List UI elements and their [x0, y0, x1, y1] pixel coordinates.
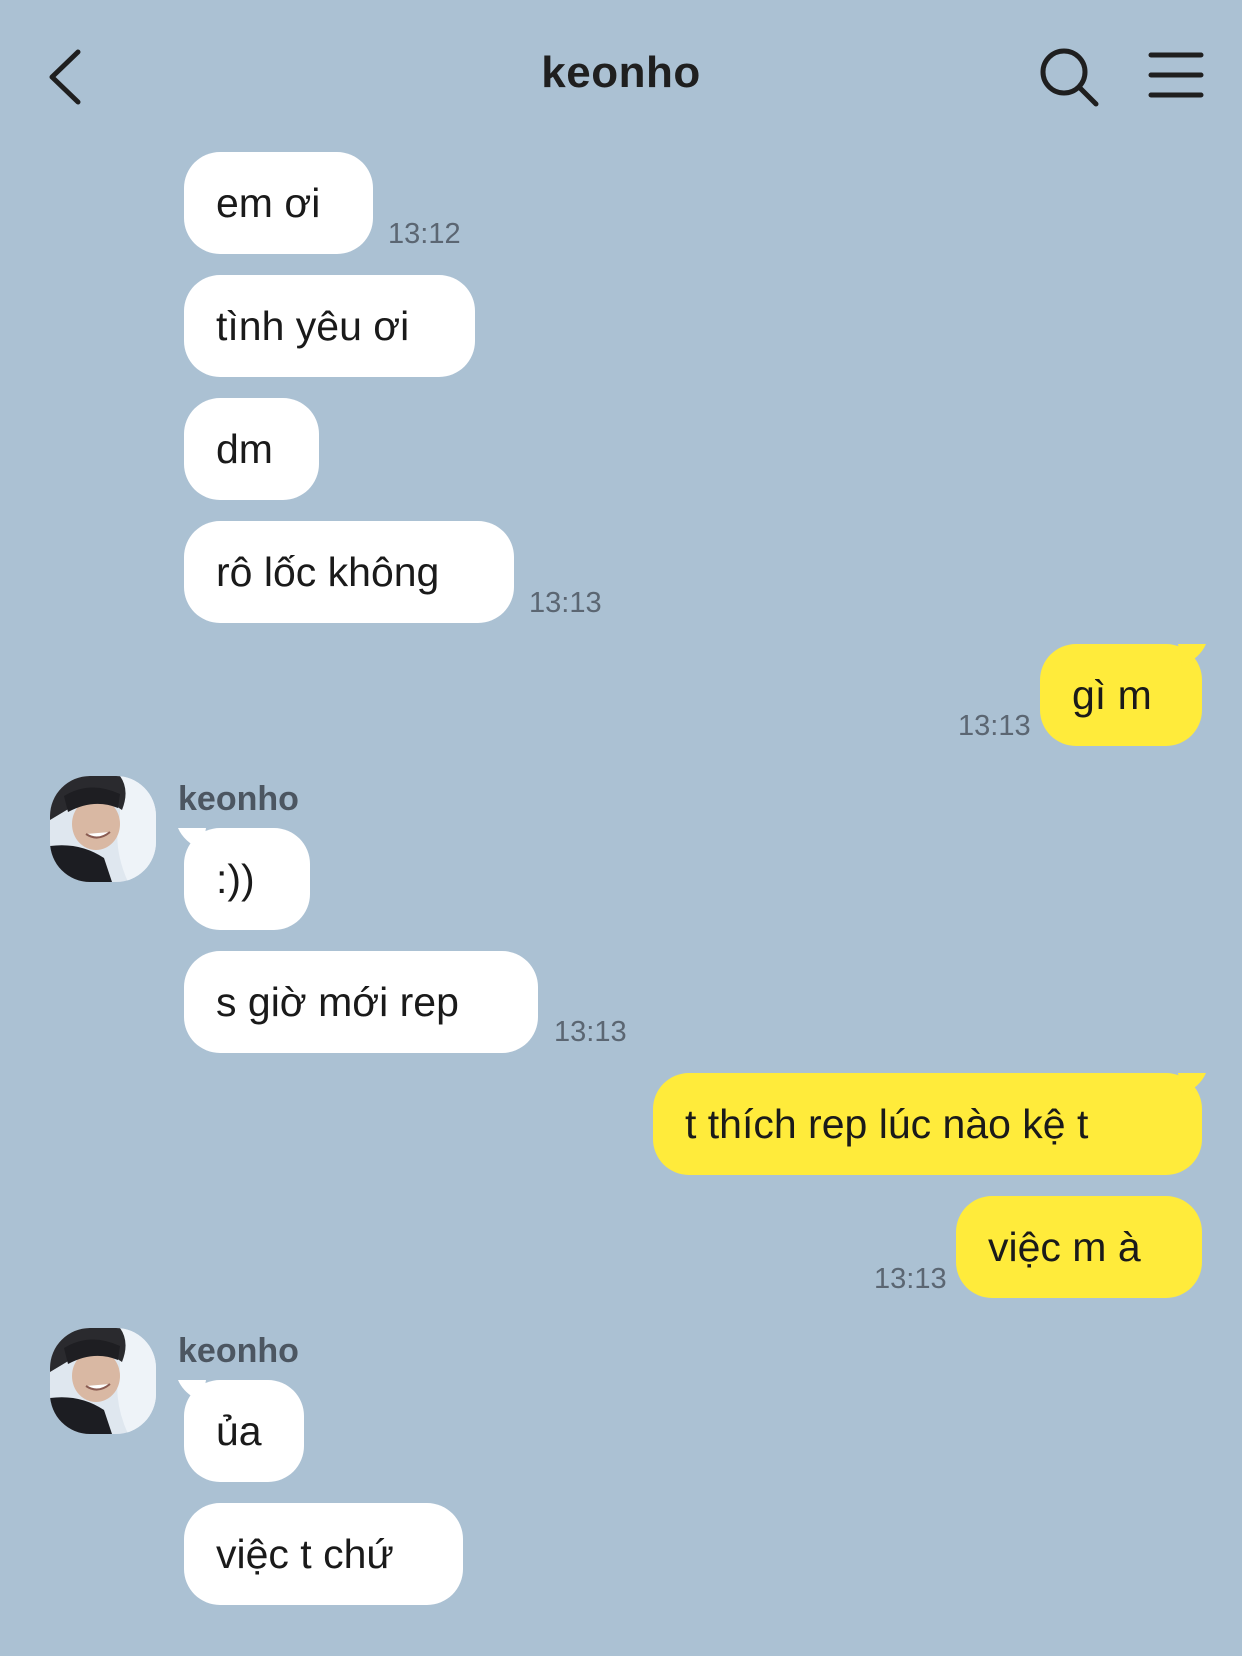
- message-text: s giờ mới rep: [216, 979, 459, 1025]
- sender-name: keonho: [178, 1332, 299, 1370]
- message-text: việc m à: [988, 1224, 1141, 1270]
- bubble-tail: [1178, 644, 1206, 666]
- sender-name: keonho: [178, 780, 299, 818]
- incoming-message-bubble[interactable]: ủa: [184, 1380, 304, 1482]
- sender-avatar[interactable]: [50, 776, 156, 882]
- incoming-message-bubble[interactable]: :)): [184, 828, 310, 930]
- menu-button[interactable]: [1148, 50, 1204, 100]
- message-timestamp: 13:13: [554, 1016, 627, 1048]
- chat-header: keonho: [0, 0, 1242, 150]
- search-button[interactable]: [1038, 46, 1102, 110]
- avatar-image: [50, 1328, 156, 1434]
- avatar-image: [50, 776, 156, 882]
- incoming-message-bubble[interactable]: rô lốc không: [184, 521, 514, 623]
- message-text: việc t chứ: [216, 1531, 394, 1577]
- incoming-message-bubble[interactable]: tình yêu ơi: [184, 275, 475, 377]
- message-text: em ơi: [216, 180, 321, 226]
- message-timestamp: 13:12: [388, 218, 461, 250]
- search-icon: [1040, 48, 1099, 107]
- outgoing-message-bubble[interactable]: t thích rep lúc nào kệ t: [653, 1073, 1202, 1175]
- message-text: dm: [216, 426, 273, 472]
- message-text: ủa: [216, 1408, 262, 1454]
- message-text: tình yêu ơi: [216, 303, 410, 349]
- incoming-message-bubble[interactable]: s giờ mới rep: [184, 951, 538, 1053]
- message-text: :)): [216, 856, 255, 902]
- message-text: rô lốc không: [216, 549, 440, 595]
- message-timestamp: 13:13: [958, 710, 1031, 742]
- incoming-message-bubble[interactable]: dm: [184, 398, 319, 500]
- message-text: gì m: [1072, 672, 1152, 718]
- bubble-tail: [1178, 1073, 1206, 1095]
- incoming-message-bubble[interactable]: em ơi: [184, 152, 373, 254]
- hamburger-menu-icon: [1148, 52, 1204, 98]
- message-text: t thích rep lúc nào kệ t: [685, 1101, 1089, 1147]
- sender-avatar[interactable]: [50, 1328, 156, 1434]
- message-timestamp: 13:13: [874, 1263, 947, 1295]
- message-timestamp: 13:13: [529, 587, 602, 619]
- incoming-message-bubble[interactable]: việc t chứ: [184, 1503, 463, 1605]
- outgoing-message-bubble[interactable]: việc m à: [956, 1196, 1202, 1298]
